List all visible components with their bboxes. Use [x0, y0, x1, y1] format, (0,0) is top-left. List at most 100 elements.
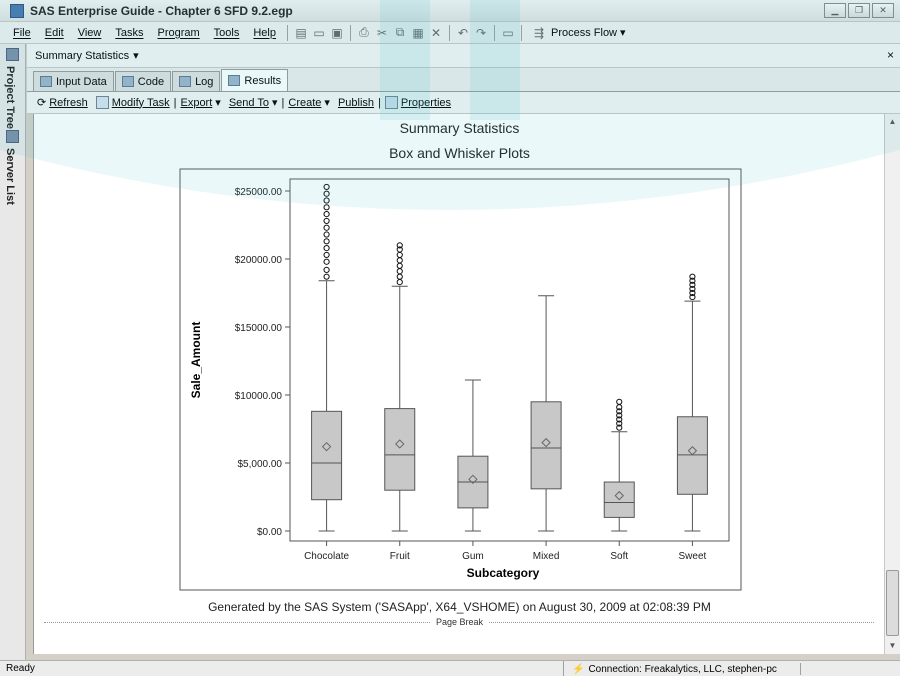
new-icon[interactable]: ▤	[292, 25, 310, 41]
properties-button[interactable]: Properties	[381, 96, 455, 109]
toolbar-separator	[493, 24, 495, 41]
plot-area	[289, 178, 730, 542]
tab-input-data[interactable]: Input Data	[33, 71, 114, 91]
window-title: SAS Enterprise Guide - Chapter 6 SFD 9.2…	[30, 3, 293, 18]
results-viewer[interactable]: Summary Statistics Box and Whisker Plots…	[33, 114, 884, 654]
undo-icon[interactable]: ↶	[454, 25, 472, 41]
tab-label: Code	[137, 75, 165, 88]
create-dropdown[interactable]: Create ▾	[284, 96, 334, 110]
task-tabs: Input Data Code Log Results	[27, 68, 900, 92]
paste-icon[interactable]: ▦	[409, 25, 427, 41]
send-to-dropdown[interactable]: Send To ▾	[225, 96, 282, 110]
y-tick-label: $15000.00	[235, 323, 283, 334]
tab-results[interactable]: Results	[221, 69, 289, 91]
process-flow-label: Process Flow	[550, 26, 618, 39]
redo-icon[interactable]: ↷	[472, 25, 490, 41]
window-list-icon[interactable]: ▭	[499, 25, 517, 41]
tab-log[interactable]: Log	[172, 71, 221, 91]
status-text: Ready	[6, 663, 35, 674]
delete-icon[interactable]: ✕	[427, 25, 445, 41]
toolbar-separator	[520, 24, 522, 41]
sidebar-tab-server-list[interactable]: Server List	[4, 148, 16, 205]
server-list-icon	[6, 130, 19, 143]
scroll-down-icon[interactable]: ▼	[885, 638, 900, 654]
tab-code[interactable]: Code	[114, 71, 172, 91]
y-axis-label: Sale_Amount	[189, 322, 203, 399]
refresh-label: Refresh	[49, 96, 88, 109]
vertical-scrollbar[interactable]: ▲ ▼	[884, 114, 900, 654]
publish-button[interactable]: Publish	[334, 97, 378, 109]
close-window-button[interactable]: ✕	[872, 3, 894, 18]
modify-task-button[interactable]: Modify Task	[92, 96, 174, 109]
refresh-button[interactable]: ⟳ Refresh	[33, 96, 92, 110]
y-tick-label: $10000.00	[235, 391, 283, 402]
x-tick-label: Sweet	[679, 551, 707, 562]
project-tree-icon	[6, 48, 19, 61]
status-bar: Ready ⚡ Connection: Freakalytics, LLC, s…	[0, 660, 900, 676]
scrollbar-thumb[interactable]	[886, 570, 899, 636]
export-dropdown[interactable]: Export ▾	[176, 96, 224, 110]
copy-icon[interactable]: ⧉	[391, 25, 409, 41]
scroll-up-icon[interactable]: ▲	[885, 114, 900, 130]
iqr-box	[676, 416, 708, 495]
save-icon[interactable]: ▣	[328, 25, 346, 41]
toolbar-separator	[286, 24, 288, 41]
process-flow-button[interactable]: ⇶ Process Flow ▾	[526, 25, 630, 41]
toolbar-separator	[448, 24, 450, 41]
chevron-down-icon: ▾	[215, 97, 221, 109]
x-tick-label: Fruit	[390, 551, 410, 562]
menu-program[interactable]: Program	[150, 27, 206, 39]
tab-label: Log	[195, 75, 214, 88]
results-icon	[228, 75, 241, 86]
refresh-icon: ⟳	[37, 97, 47, 109]
table-icon	[40, 76, 52, 87]
open-icon[interactable]: ▭	[310, 25, 328, 41]
menu-help[interactable]: Help	[246, 27, 283, 39]
close-document-icon[interactable]: ×	[887, 48, 894, 62]
chevron-down-icon: ▾	[324, 97, 330, 109]
menu-edit[interactable]: Edit	[38, 27, 71, 39]
x-axis-label: Subcategory	[467, 566, 540, 580]
modify-task-label: Modify Task	[111, 96, 170, 109]
document-header: Summary Statistics ▾ ×	[27, 44, 900, 68]
document-title[interactable]: Summary Statistics	[35, 50, 129, 62]
log-icon	[179, 76, 192, 87]
menu-view[interactable]: View	[71, 27, 109, 39]
y-tick-label: $20000.00	[235, 255, 283, 266]
code-icon	[121, 76, 134, 87]
connection-icon: ⚡	[572, 663, 585, 675]
toolbar-separator	[349, 24, 351, 41]
x-tick-label: Chocolate	[304, 551, 349, 562]
iqr-box	[530, 401, 562, 490]
y-tick-label: $0.00	[257, 527, 282, 538]
menu-tools[interactable]: Tools	[207, 27, 247, 39]
generated-by-text: Generated by the SAS System ('SASApp', X…	[208, 600, 711, 614]
menu-file[interactable]: File	[6, 27, 38, 39]
menu-bar: File Edit View Tasks Program Tools Help …	[0, 22, 900, 44]
minimize-button[interactable]: ▁	[824, 3, 846, 18]
box-whisker-chart: Sale_Amount Subcategory $0.00 $5,000.00 $1…	[179, 168, 742, 591]
y-tick-label: $25000.00	[235, 187, 283, 198]
restore-button[interactable]: ❐	[848, 3, 870, 18]
window-controls: ▁ ❐ ✕	[824, 3, 894, 18]
cut-icon[interactable]: ✂	[373, 25, 391, 41]
status-divider	[800, 663, 801, 675]
process-flow-icon: ⇶	[533, 25, 545, 40]
tab-label: Input Data	[56, 75, 107, 88]
chevron-down-icon: ▾	[620, 27, 626, 39]
send-to-label: Send To	[228, 96, 269, 109]
menu-tasks[interactable]: Tasks	[108, 27, 150, 39]
left-dock-sidebar: Project Tree Server List	[0, 44, 26, 660]
title-bar: SAS Enterprise Guide - Chapter 6 SFD 9.2…	[0, 0, 900, 22]
page-break-label: Page Break	[429, 617, 490, 627]
x-tick-label: Gum	[462, 551, 484, 562]
sidebar-tab-project-tree[interactable]: Project Tree	[4, 66, 16, 129]
create-label: Create	[288, 96, 322, 109]
properties-icon	[384, 96, 398, 109]
chevron-down-icon[interactable]: ▾	[133, 49, 139, 62]
print-icon[interactable]: ⎙	[355, 25, 373, 41]
results-toolbar: ⟳ Refresh Modify Task | Export ▾ Send To…	[27, 92, 900, 114]
iqr-box	[311, 410, 343, 501]
export-label: Export	[180, 96, 213, 109]
tab-label: Results	[244, 74, 282, 87]
